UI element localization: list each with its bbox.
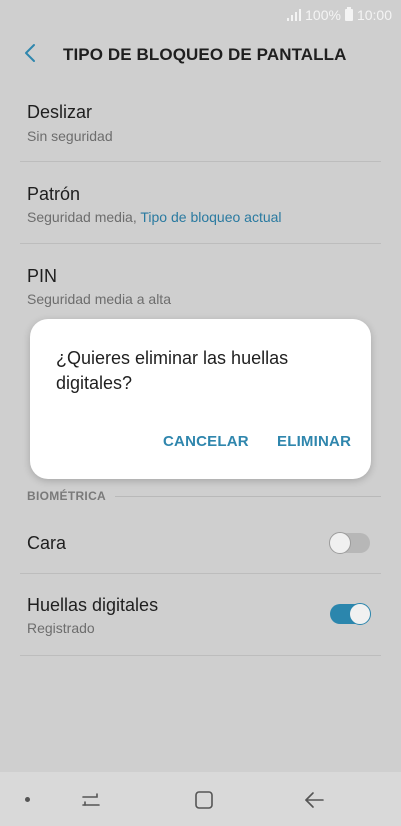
status-time: 10:00 <box>356 7 392 23</box>
toggle-knob <box>329 532 351 554</box>
navigation-bar <box>0 772 401 826</box>
status-right: 100% 10:00 <box>287 7 392 23</box>
option-subtitle: Seguridad media, Tipo de bloqueo actual <box>27 209 282 225</box>
option-subtitle: Sin seguridad <box>27 128 113 144</box>
biometric-subtitle: Registrado <box>27 620 95 636</box>
divider <box>20 573 381 574</box>
toggle-knob <box>349 603 371 625</box>
option-patron[interactable]: Patrón Seguridad media, Tipo de bloqueo … <box>20 180 381 242</box>
option-title: Patrón <box>27 184 81 204</box>
home-icon[interactable] <box>193 789 215 811</box>
biometric-fingerprints[interactable]: Huellas digitales Registrado <box>20 590 381 654</box>
section-biometrics: BIOMÉTRICA <box>27 489 106 503</box>
back-icon[interactable] <box>303 789 325 811</box>
back-arrow-icon[interactable] <box>20 42 42 64</box>
biometric-title: Huellas digitales <box>27 595 159 615</box>
option-title: PIN <box>27 266 58 286</box>
signal-icon <box>287 9 302 21</box>
face-toggle[interactable] <box>329 532 370 554</box>
nav-dot-icon <box>25 797 30 802</box>
option-subtitle: Seguridad media a alta <box>27 291 171 307</box>
option-subtitle-prefix: Seguridad media, <box>27 209 141 225</box>
app-bar: TIPO DE BLOQUEO DE PANTALLA <box>0 28 401 80</box>
option-pin[interactable]: PIN Seguridad media a alta <box>20 262 381 324</box>
option-deslizar[interactable]: Deslizar Sin seguridad <box>20 98 381 160</box>
divider <box>20 243 381 244</box>
confirm-dialog: ¿Quieres eliminar las huellas digitales?… <box>30 319 371 479</box>
fingerprint-toggle[interactable] <box>330 603 371 625</box>
delete-button[interactable]: ELIMINAR <box>277 433 351 450</box>
battery-icon <box>344 7 353 21</box>
status-bar: 100% 10:00 <box>0 0 401 28</box>
option-title: Deslizar <box>27 102 93 122</box>
page-title: TIPO DE BLOQUEO DE PANTALLA <box>63 45 347 64</box>
screen: 100% 10:00 TIPO DE BLOQUEO DE PANTALLA D… <box>0 0 401 826</box>
cancel-button[interactable]: CANCELAR <box>163 433 249 450</box>
dialog-message: ¿Quieres eliminar las huellas digitales? <box>56 348 289 393</box>
battery-percent: 100% <box>305 7 341 23</box>
section-divider <box>115 496 381 497</box>
biometric-cara[interactable]: Cara <box>20 525 381 570</box>
biometric-title: Cara <box>27 533 67 553</box>
divider <box>20 655 381 656</box>
current-lock-label: Tipo de bloqueo actual <box>140 209 282 225</box>
divider <box>20 161 381 162</box>
recent-apps-icon[interactable] <box>80 789 102 811</box>
